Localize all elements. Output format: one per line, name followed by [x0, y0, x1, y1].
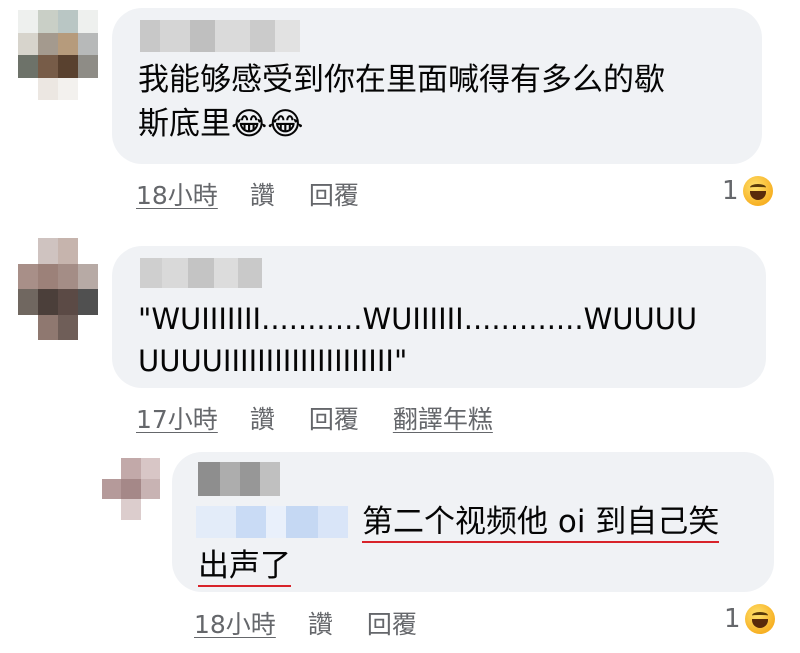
haha-icon — [744, 604, 775, 634]
reaction-summary[interactable]: 1 — [724, 604, 775, 634]
commenter-name-blurred[interactable] — [140, 20, 300, 52]
reply-button[interactable]: 回覆 — [367, 605, 417, 641]
reaction-summary[interactable]: 1 — [722, 176, 773, 206]
comment-actions: 18小時 讚 回覆 — [136, 176, 359, 212]
commenter-name-blurred[interactable] — [198, 462, 280, 496]
comment-text: 我能够感受到你在里面喊得有多么的歇 斯底里😂😂 — [138, 62, 665, 142]
timestamp[interactable]: 18小時 — [136, 176, 218, 212]
timestamp[interactable]: 18小時 — [194, 605, 276, 641]
commenter-name-blurred[interactable] — [140, 258, 262, 288]
comment-actions: 17小時 讚 回覆 翻譯年糕 — [136, 400, 493, 436]
avatar[interactable] — [18, 10, 98, 100]
like-button[interactable]: 讚 — [250, 176, 275, 212]
comment-text: "WUIIIIIII...........WUIIIIII...........… — [138, 302, 698, 378]
haha-icon — [742, 176, 773, 206]
laughing-emoji: 😂😂 — [231, 106, 304, 142]
timestamp[interactable]: 17小時 — [136, 400, 218, 436]
reaction-count: 1 — [722, 176, 739, 206]
reaction-count: 1 — [724, 604, 741, 634]
reply-button[interactable]: 回覆 — [309, 400, 359, 436]
translate-button[interactable]: 翻譯年糕 — [393, 400, 493, 436]
reply-text: 第二个视频他 oi 到自己笑 出声了 — [198, 500, 720, 588]
avatar[interactable] — [18, 238, 98, 340]
avatar[interactable] — [102, 458, 160, 520]
like-button[interactable]: 讚 — [250, 400, 275, 436]
reply-button[interactable]: 回覆 — [309, 176, 359, 212]
reply-actions: 18小時 讚 回覆 — [194, 605, 417, 641]
like-button[interactable]: 讚 — [308, 605, 333, 641]
